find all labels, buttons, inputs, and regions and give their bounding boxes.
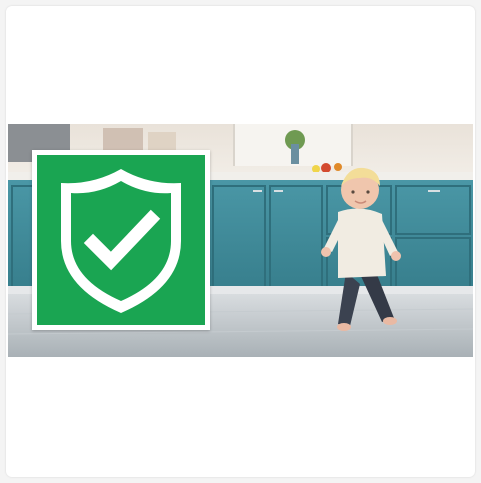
fruit — [321, 163, 331, 173]
shelf-items — [103, 128, 143, 150]
shield-check-icon — [37, 155, 205, 325]
product-image-card[interactable] — [6, 6, 475, 477]
safety-badge — [32, 150, 210, 330]
